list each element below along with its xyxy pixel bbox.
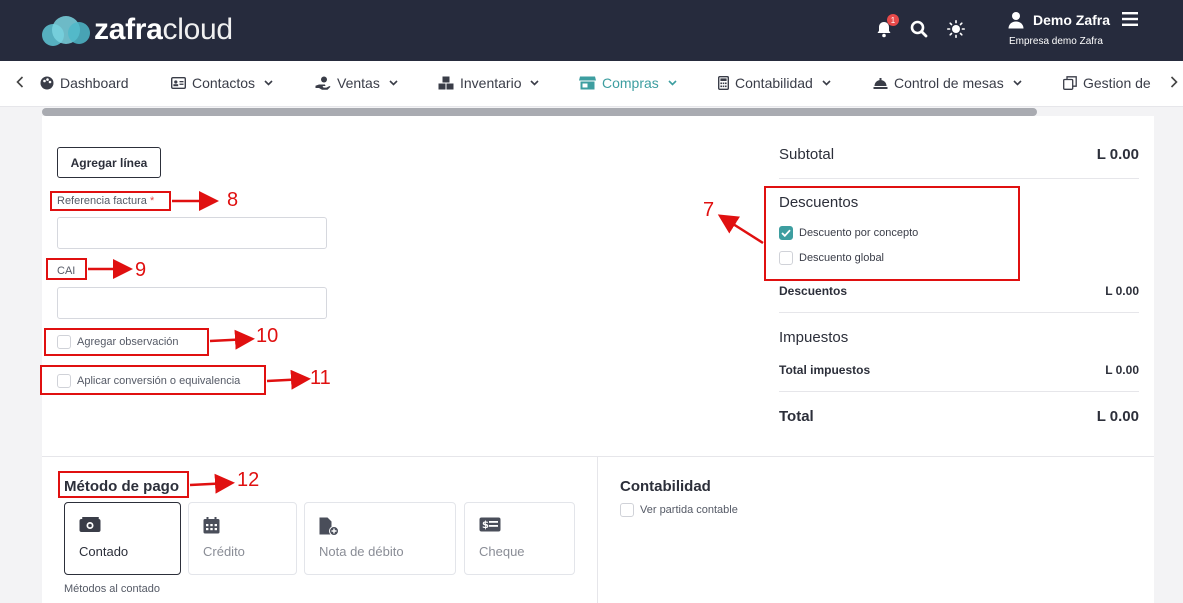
annotation-number-12: 12 — [237, 469, 260, 491]
annotation-number-10: 10 — [256, 325, 279, 347]
annotation-number-7: 7 — [703, 199, 715, 221]
annotation-number-11: 11 — [310, 367, 331, 389]
annotation-number-9: 9 — [135, 259, 147, 281]
annotation-number-8: 8 — [227, 189, 239, 211]
annotation-arrows — [88, 191, 764, 494]
